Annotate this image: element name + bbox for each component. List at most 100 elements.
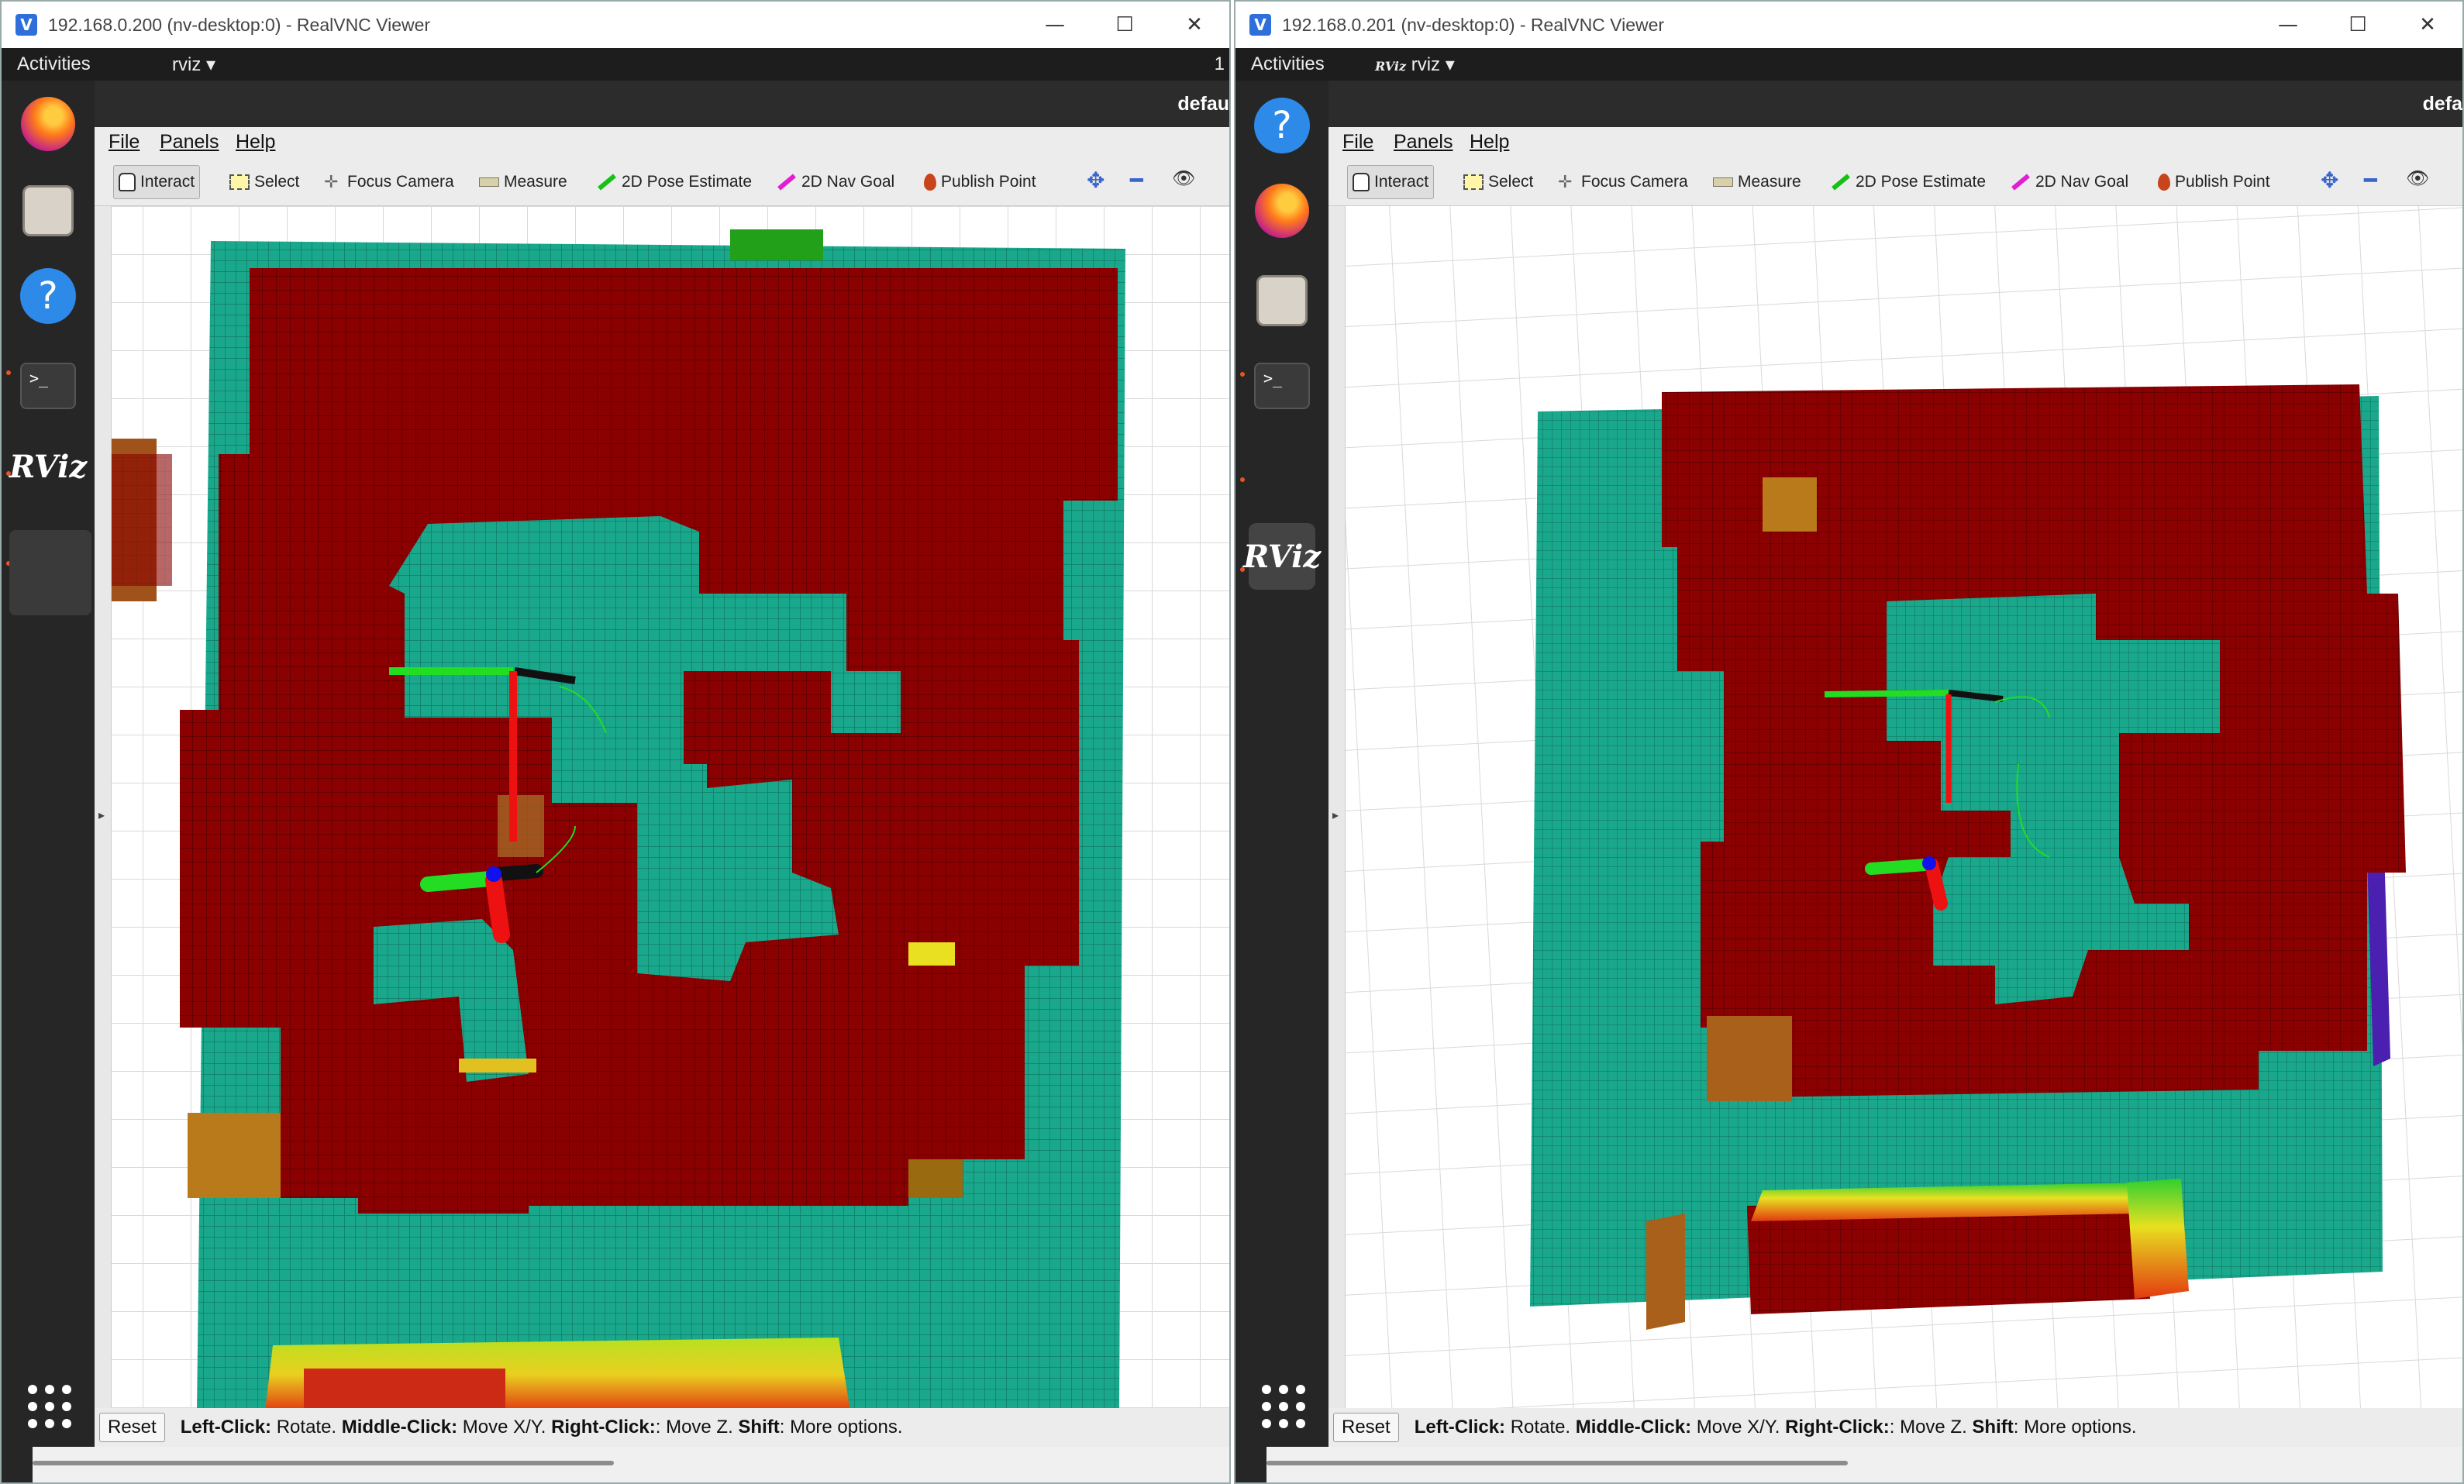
scrollbar-thumb[interactable] (1266, 1461, 1848, 1465)
tool-2d-pose-estimate[interactable]: 2D Pose Estimate (592, 165, 756, 199)
topbar-right-text: 1 (1214, 53, 1225, 74)
voxel-cluster (1646, 1214, 1685, 1330)
dock-rviz[interactable]: RViz (9, 437, 87, 496)
help-icon: ? (1254, 98, 1310, 153)
window-titlebar[interactable]: V 192.168.0.201 (nv-desktop:0) - RealVNC… (1235, 2, 2462, 48)
gnome-top-bar: Activities RViz rviz ▾ (1235, 48, 2462, 81)
move-camera-icon[interactable]: ✥ (2321, 167, 2338, 193)
tool-focus-camera[interactable]: ✛ Focus Camera (319, 165, 459, 199)
menubar: File Panels Help (1328, 127, 2462, 158)
close-button[interactable]: ✕ (2393, 2, 2462, 48)
tool-publish-point[interactable]: Publish Point (919, 165, 1041, 199)
tool-interact[interactable]: Interact (113, 165, 201, 199)
menu-file[interactable]: File (109, 131, 140, 153)
vnc-window-left[interactable]: V 192.168.0.200 (nv-desktop:0) - RealVNC… (0, 0, 1231, 1484)
files-icon (22, 185, 74, 236)
app-menu[interactable]: rviz ▾ (172, 53, 215, 76)
octomap-render (1328, 206, 2462, 1408)
chevron-down-icon: ▾ (206, 54, 216, 75)
tool-publish-point[interactable]: Publish Point (2153, 165, 2275, 199)
rviz-headerbar: defau (95, 81, 1229, 127)
visibility-eye-icon[interactable]: 👁 (1172, 167, 1195, 189)
window-title: 192.168.0.201 (nv-desktop:0) - RealVNC V… (1282, 14, 1665, 35)
focus-camera-icon: ✛ (324, 172, 339, 191)
dock-rviz[interactable]: RViz (1243, 523, 1321, 590)
robot-frame-blue-axis (486, 866, 501, 882)
menu-help[interactable]: Help (1470, 131, 1509, 153)
dock-terminal[interactable]: >_ (1253, 356, 1311, 415)
move-camera-icon[interactable]: ✥ (1087, 167, 1104, 193)
show-apps-icon[interactable] (1262, 1385, 1305, 1428)
side-panel-toggle[interactable]: ▸ (1328, 206, 1346, 1408)
activities-button[interactable]: Activities (17, 53, 91, 75)
tool-measure[interactable]: Measure (474, 165, 572, 199)
close-button[interactable]: ✕ (1160, 2, 1229, 48)
hand-icon (1353, 173, 1370, 191)
minimize-button[interactable]: — (1020, 2, 1090, 48)
reset-button[interactable]: Reset (1333, 1413, 1399, 1442)
scrollbar-thumb[interactable] (33, 1461, 614, 1465)
select-icon (229, 174, 250, 190)
dock-terminal[interactable]: >_ (19, 356, 78, 415)
3d-viewport[interactable] (1328, 206, 2462, 1408)
dock-help[interactable]: ? (1253, 96, 1311, 155)
dock-files[interactable] (19, 181, 78, 240)
robot-frame-green-axis (1865, 859, 1932, 875)
voxel-cluster (498, 795, 544, 857)
voxel-cluster (1707, 1016, 1792, 1101)
dock: ? >_ RViz (2, 81, 95, 1482)
tool-select[interactable]: Select (1459, 165, 1538, 199)
tool-focus-camera[interactable]: ✛ Focus Camera (1553, 165, 1693, 199)
running-indicator (1240, 372, 1245, 377)
maximize-button[interactable]: ☐ (1090, 2, 1160, 48)
minimize-button[interactable]: — (2253, 2, 2323, 48)
nav-goal-arrow-icon (777, 174, 796, 191)
menubar: File Panels Help (95, 127, 1229, 158)
chevron-right-icon: ▸ (1332, 807, 1339, 822)
status-bar: Reset Left-Click: Rotate. Middle-Click: … (95, 1408, 1229, 1447)
menu-panels[interactable]: Panels (1394, 131, 1453, 153)
realvnc-logo-icon: V (16, 14, 37, 36)
app-menu[interactable]: RViz rviz ▾ (1375, 53, 1455, 76)
tool-select[interactable]: Select (225, 165, 304, 199)
running-indicator (1240, 477, 1245, 482)
height-colored-voxels (2127, 1179, 2189, 1299)
dock-empty-slot[interactable] (9, 530, 91, 615)
tool-measure[interactable]: Measure (1708, 165, 1806, 199)
reset-button[interactable]: Reset (99, 1413, 165, 1442)
minimize-icon: — (2278, 13, 2298, 36)
tool-2d-nav-goal[interactable]: 2D Nav Goal (2006, 165, 2133, 199)
menu-help[interactable]: Help (236, 131, 275, 153)
vnc-window-right[interactable]: V 192.168.0.201 (nv-desktop:0) - RealVNC… (1234, 0, 2464, 1484)
measure-icon (1713, 177, 1733, 187)
dock-firefox[interactable] (1253, 181, 1311, 240)
visibility-eye-icon[interactable]: 👁 (2406, 167, 2429, 189)
tool-interact[interactable]: Interact (1347, 165, 1435, 199)
show-apps-icon[interactable] (28, 1385, 71, 1428)
voxel-cluster (730, 229, 823, 260)
tool-2d-nav-goal[interactable]: 2D Nav Goal (772, 165, 899, 199)
dock-files[interactable] (1253, 271, 1311, 330)
zoom-out-icon[interactable]: ━ (2364, 167, 2377, 193)
3d-viewport[interactable] (95, 206, 1229, 1408)
window-titlebar[interactable]: V 192.168.0.200 (nv-desktop:0) - RealVNC… (2, 2, 1229, 48)
pose-arrow-icon (1832, 174, 1850, 191)
chevron-down-icon: ▾ (1445, 54, 1455, 75)
mouse-hint: Left-Click: Rotate. Middle-Click: Move X… (1414, 1417, 2137, 1438)
zoom-out-icon[interactable]: ━ (1130, 167, 1143, 193)
tool-2d-pose-estimate[interactable]: 2D Pose Estimate (1826, 165, 1990, 199)
side-panel-toggle[interactable]: ▸ (95, 206, 112, 1408)
firefox-icon (1255, 184, 1309, 238)
dock-firefox[interactable] (19, 95, 78, 153)
robot-frame-red-axis (1925, 858, 1948, 911)
activities-button[interactable]: Activities (1251, 53, 1325, 75)
app-menu-label: rviz (1411, 54, 1441, 75)
close-icon: ✕ (1186, 13, 1203, 36)
horizontal-scrollbar[interactable] (1266, 1447, 2462, 1482)
menu-panels[interactable]: Panels (160, 131, 219, 153)
horizontal-scrollbar[interactable] (33, 1447, 1229, 1482)
menu-file[interactable]: File (1342, 131, 1373, 153)
dock-help[interactable]: ? (19, 267, 78, 325)
pin-icon (924, 174, 936, 191)
maximize-button[interactable]: ☐ (2323, 2, 2393, 48)
